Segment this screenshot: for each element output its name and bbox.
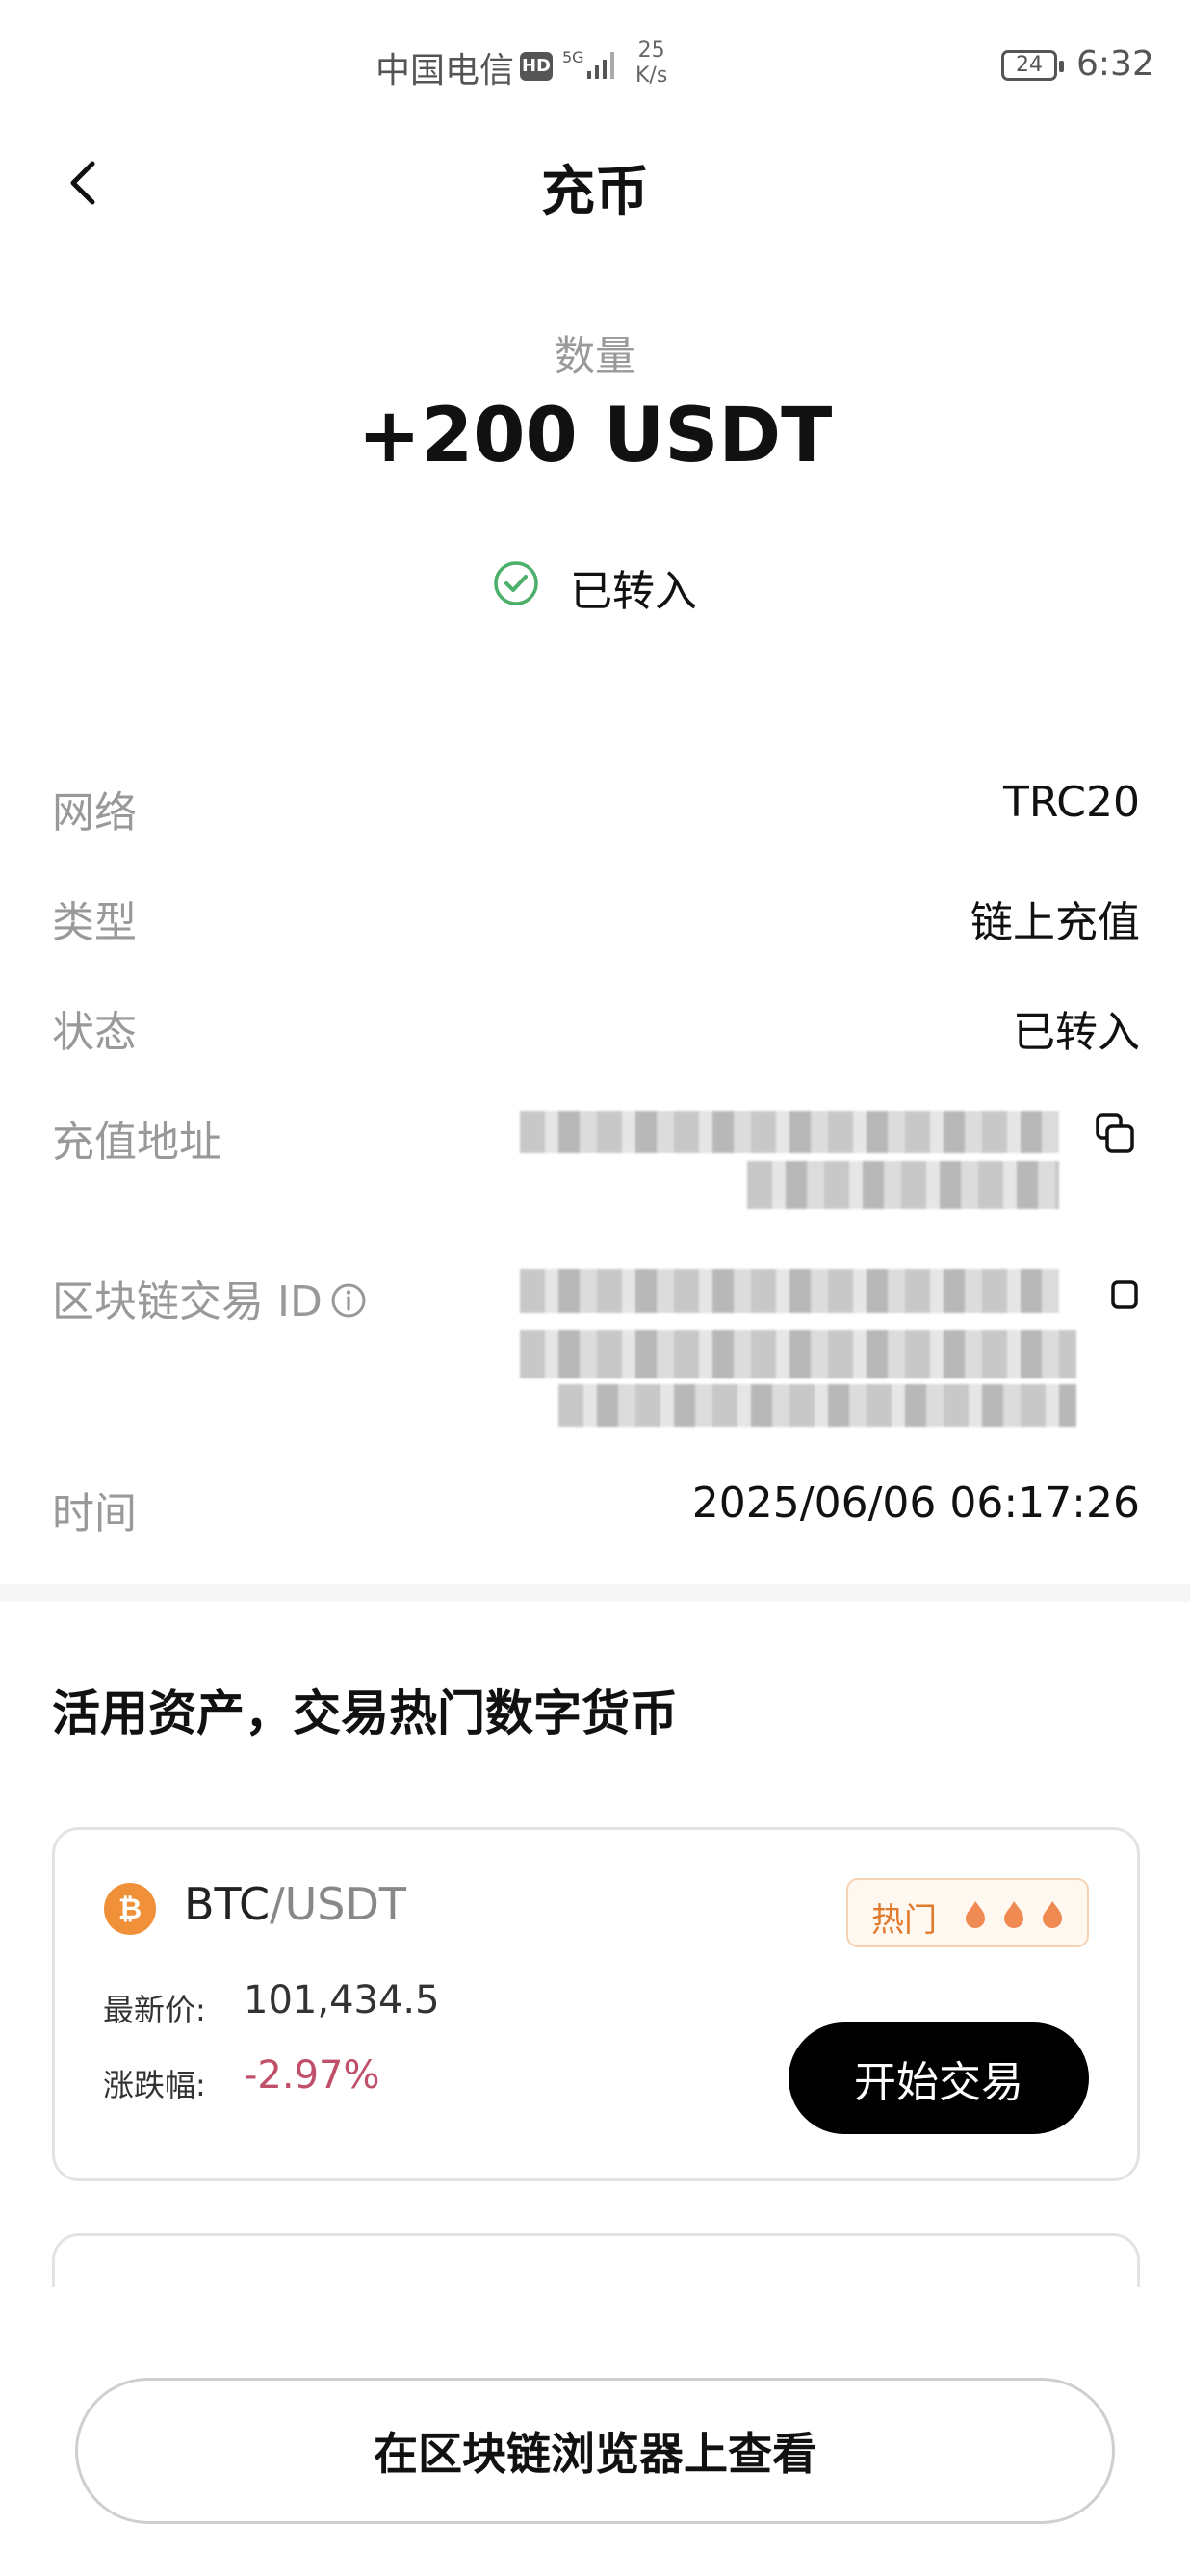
bitcoin-icon: ₿ — [104, 1883, 156, 1935]
clock: 6:32 — [1076, 44, 1154, 84]
status-indicator: 已转入 — [0, 556, 1190, 618]
txid-redacted — [520, 1269, 1059, 1313]
time-label: 时间 — [52, 1489, 137, 1538]
battery-icon: 24 — [1001, 50, 1064, 81]
market-card[interactable]: ₿ BTC/USDT 热门 最新价: 101,434.5 涨跌幅: -2.97%… — [52, 1827, 1140, 2181]
status-text: 已转入 — [570, 567, 697, 616]
price-value: 101,434.5 — [244, 1978, 440, 2022]
hot-label: 热门 — [871, 1901, 937, 1940]
type-value: 链上充值 — [970, 898, 1140, 947]
address-label: 充值地址 — [52, 1118, 221, 1167]
svg-text:₿: ₿ — [118, 1893, 142, 1926]
fire-icon — [966, 1901, 1062, 1928]
status-bar: 中国电信 HD 5G 25 K/s 24 6:32 — [0, 0, 1190, 135]
info-icon[interactable] — [330, 1282, 367, 1319]
change-value: -2.97% — [244, 2053, 380, 2098]
pair-base: BTC — [184, 1878, 271, 1930]
type-label: 类型 — [52, 898, 137, 947]
copy-icon-txid[interactable] — [1098, 1269, 1144, 1315]
txid-redacted-3 — [558, 1384, 1076, 1427]
time-value: 2025/06/06 06:17:26 — [691, 1479, 1140, 1528]
network-value: TRC20 — [1003, 778, 1140, 827]
page-title: 充币 — [541, 161, 649, 223]
page-header: 充币 — [0, 135, 1190, 231]
start-trading-button[interactable]: 开始交易 — [789, 2022, 1089, 2134]
change-label: 涨跌幅: — [103, 2067, 206, 2103]
check-circle-icon — [494, 561, 538, 605]
trading-pair: BTC/USDT — [184, 1878, 406, 1930]
network-label: 网络 — [52, 788, 137, 837]
speed-unit: K/s — [635, 64, 668, 88]
copy-icon[interactable] — [1092, 1111, 1138, 1157]
carrier-name: 中国电信 — [375, 51, 515, 90]
address-redacted-2 — [747, 1161, 1059, 1209]
hot-badge: 热门 — [846, 1878, 1089, 1947]
txid-label-wrap: 区块链交易 ID — [52, 1267, 367, 1328]
network-type: 5G — [562, 48, 584, 66]
speed-value: 25 — [637, 39, 665, 63]
pair-quote: /USDT — [270, 1878, 406, 1930]
state-label: 状态 — [52, 1008, 137, 1057]
txid-redacted-2 — [520, 1330, 1076, 1378]
section-title: 活用资产，交易热门数字货币 — [52, 1686, 678, 1741]
price-label: 最新价: — [103, 1992, 206, 2028]
view-on-explorer-button[interactable]: 在区块链浏览器上查看 — [75, 2378, 1115, 2524]
txid-label: 区块链交易 ID — [52, 1277, 323, 1327]
network-speed: 25 K/s — [635, 39, 667, 89]
amount-label: 数量 — [554, 332, 635, 379]
hd-badge: HD — [520, 52, 553, 81]
amount-value: +200 USDT — [357, 393, 833, 479]
signal-icon — [587, 52, 614, 79]
address-redacted — [520, 1111, 1059, 1153]
section-divider — [0, 1584, 1190, 1602]
state-value: 已转入 — [1013, 1008, 1140, 1057]
